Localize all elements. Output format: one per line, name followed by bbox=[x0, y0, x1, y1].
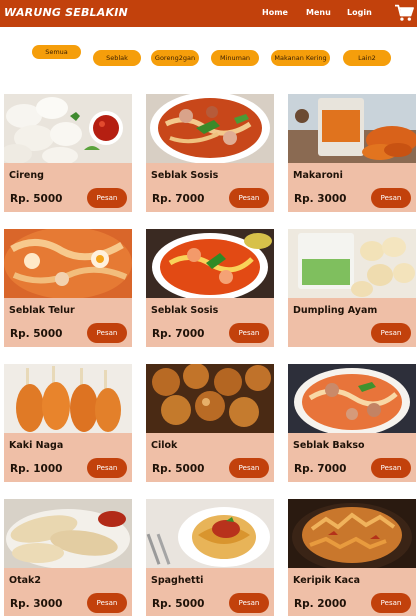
shopping-cart-icon[interactable] bbox=[394, 4, 414, 22]
product-price: Rp. 3000 bbox=[10, 598, 63, 610]
product-name: Cireng bbox=[9, 170, 44, 181]
product-photo-seblak-sosis bbox=[146, 94, 274, 163]
order-button[interactable]: Pesan bbox=[87, 458, 127, 478]
product-photo-cilok bbox=[146, 364, 274, 433]
product-photo-seblak-sosis-2 bbox=[146, 229, 274, 298]
navbar: WARUNG SEBLAKIN Home Menu Login bbox=[0, 0, 417, 27]
product-price: Rp. 5000 bbox=[152, 598, 205, 610]
product-name: Seblak Sosis bbox=[151, 305, 219, 316]
product-price: Rp. 2000 bbox=[294, 598, 347, 610]
product-name: Otak2 bbox=[9, 575, 41, 586]
product-card-seblak-sosis-2: Seblak Sosis Rp. 7000 Pesan bbox=[146, 229, 274, 347]
product-name: Seblak Sosis bbox=[151, 170, 219, 181]
order-button[interactable]: Pesan bbox=[229, 458, 269, 478]
product-card-seblak-telur: Seblak Telur Rp. 5000 Pesan bbox=[4, 229, 132, 347]
nav-home-link[interactable]: Home bbox=[262, 8, 288, 17]
product-card-dumpling-ayam: Dumpling Ayam Pesan bbox=[288, 229, 416, 347]
product-name: Cilok bbox=[151, 440, 178, 451]
filter-goreng2gan[interactable]: Goreng2gan bbox=[151, 50, 199, 66]
filter-minuman[interactable]: Minuman bbox=[211, 50, 259, 66]
product-photo-otak2 bbox=[4, 499, 132, 568]
product-card-cireng: Cireng Rp. 5000 Pesan bbox=[4, 94, 132, 212]
order-button[interactable]: Pesan bbox=[87, 593, 127, 613]
product-photo-spaghetti bbox=[146, 499, 274, 568]
order-button[interactable]: Pesan bbox=[371, 188, 411, 208]
product-name: Seblak Bakso bbox=[293, 440, 365, 451]
product-price: Rp. 5000 bbox=[10, 328, 63, 340]
product-price: Rp. 1000 bbox=[10, 463, 63, 475]
product-card-otak2: Otak2 Rp. 3000 Pesan bbox=[4, 499, 132, 616]
product-name: Spaghetti bbox=[151, 575, 204, 586]
product-price: Rp. 7000 bbox=[152, 328, 205, 340]
product-photo-seblak-telur bbox=[4, 229, 132, 298]
product-name: Seblak Telur bbox=[9, 305, 75, 316]
nav-login-link[interactable]: Login bbox=[347, 8, 372, 17]
product-photo-cireng bbox=[4, 94, 132, 163]
product-photo-seblak-bakso bbox=[288, 364, 416, 433]
product-name: Makaroni bbox=[293, 170, 343, 181]
order-button[interactable]: Pesan bbox=[87, 188, 127, 208]
product-card-kaki-naga: Kaki Naga Rp. 1000 Pesan bbox=[4, 364, 132, 482]
filter-seblak[interactable]: Seblak bbox=[93, 50, 141, 66]
product-price: Rp. 3000 bbox=[294, 193, 347, 205]
filter-lain2[interactable]: Lain2 bbox=[343, 50, 391, 66]
filter-semua[interactable]: Semua bbox=[32, 45, 81, 59]
nav-menu-link[interactable]: Menu bbox=[306, 8, 331, 17]
product-name: Keripik Kaca bbox=[293, 575, 361, 586]
product-card-keripik-kaca: Keripik Kaca Rp. 2000 Pesan bbox=[288, 499, 416, 616]
product-photo-kaki-naga bbox=[4, 364, 132, 433]
product-card-seblak-sosis: Seblak Sosis Rp. 7000 Pesan bbox=[146, 94, 274, 212]
product-card-spaghetti: Spaghetti Rp. 5000 Pesan bbox=[146, 499, 274, 616]
order-button[interactable]: Pesan bbox=[87, 323, 127, 343]
product-card-makaroni: Makaroni Rp. 3000 Pesan bbox=[288, 94, 416, 212]
product-card-seblak-bakso: Seblak Bakso Rp. 7000 Pesan bbox=[288, 364, 416, 482]
product-price: Rp. 7000 bbox=[152, 193, 205, 205]
product-price: Rp. 5000 bbox=[10, 193, 63, 205]
product-name: Dumpling Ayam bbox=[293, 305, 378, 316]
filter-makanan-kering[interactable]: Makanan Kering bbox=[271, 50, 330, 66]
product-photo-dumpling-ayam bbox=[288, 229, 416, 298]
order-button[interactable]: Pesan bbox=[371, 458, 411, 478]
product-name: Kaki Naga bbox=[9, 440, 64, 451]
product-price: Rp. 7000 bbox=[294, 463, 347, 475]
order-button[interactable]: Pesan bbox=[371, 323, 411, 343]
product-photo-keripik-kaca bbox=[288, 499, 416, 568]
brand-logo[interactable]: WARUNG SEBLAKIN bbox=[4, 6, 128, 19]
order-button[interactable]: Pesan bbox=[229, 323, 269, 343]
product-price: Rp. 5000 bbox=[152, 463, 205, 475]
product-card-cilok: Cilok Rp. 5000 Pesan bbox=[146, 364, 274, 482]
order-button[interactable]: Pesan bbox=[229, 188, 269, 208]
product-photo-makaroni bbox=[288, 94, 416, 163]
order-button[interactable]: Pesan bbox=[229, 593, 269, 613]
order-button[interactable]: Pesan bbox=[371, 593, 411, 613]
